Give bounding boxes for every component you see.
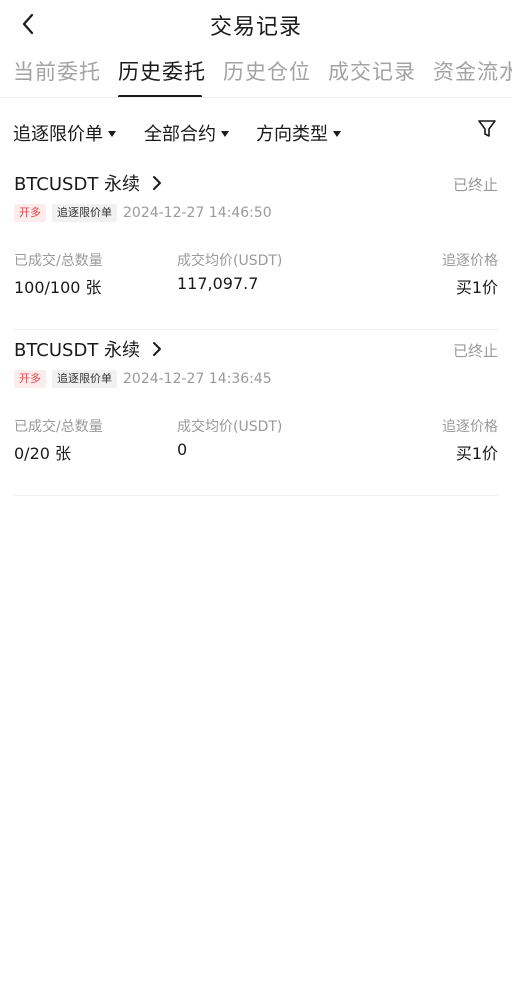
order-type-filter[interactable]: 追逐限价单 [13,120,116,146]
filled-total-label: 已成交/总数量 [14,253,103,269]
tab-position-history[interactable]: 历史仓位 [223,56,311,86]
avg-price-value: 117,097.7 [177,274,259,293]
chase-price-label: 追逐价格 [442,253,498,269]
chase-price-label: 追逐价格 [442,419,498,435]
avg-price-value: 0 [177,440,188,459]
order-tags: 开多 追逐限价单 2024-12-27 14:36:45 [14,370,272,388]
tab-order-history[interactable]: 历史委托 [118,56,206,86]
order-time: 2024-12-27 14:46:50 [123,205,272,221]
funnel-icon[interactable] [476,118,498,140]
chevron-left-icon [22,13,34,35]
side-tag: 开多 [14,370,46,388]
direction-filter-label: 方向类型 [256,124,328,145]
caret-down-icon [333,131,341,137]
avg-price-label: 成交均价(USDT) [177,253,283,269]
filled-total-value: 0/20 张 [14,444,72,463]
order-type-tag: 追逐限价单 [52,370,117,388]
order-symbol: BTCUSDT 永续 [14,174,141,195]
avg-price-label: 成交均价(USDT) [177,419,283,435]
filter-bar: 追逐限价单 全部合约 方向类型 [0,98,512,164]
order-card[interactable]: BTCUSDT 永续 已终止 开多 追逐限价单 2024-12-27 14:46… [14,164,498,330]
tab-fund-flow[interactable]: 资金流水 [433,56,512,86]
chase-price-value: 买1价 [455,444,498,463]
chevron-right-icon [153,176,162,190]
tab-current-orders[interactable]: 当前委托 [13,56,101,86]
order-card[interactable]: BTCUSDT 永续 已终止 开多 追逐限价单 2024-12-27 14:36… [14,330,498,496]
record-tabs: 当前委托 历史委托 历史仓位 成交记录 资金流水 [0,50,512,98]
filled-total-label: 已成交/总数量 [14,419,103,435]
page-title: 交易记录 [209,15,302,40]
direction-filter[interactable]: 方向类型 [256,120,341,146]
back-button[interactable] [14,10,42,38]
trade-records-page: 交易记录 当前委托 历史委托 历史仓位 成交记录 资金流水 追逐限价单 全部合约… [0,0,512,1002]
order-status: 已终止 [452,176,498,194]
filled-total-value: 100/100 张 [14,278,102,297]
order-symbol: BTCUSDT 永续 [14,340,141,361]
chevron-right-icon [153,342,162,356]
caret-down-icon [108,131,116,137]
order-tags: 开多 追逐限价单 2024-12-27 14:46:50 [14,204,272,222]
chase-price-value: 买1价 [455,278,498,297]
side-tag: 开多 [14,204,46,222]
order-type-tag: 追逐限价单 [52,204,117,222]
order-time: 2024-12-27 14:36:45 [123,371,272,387]
contract-filter-label: 全部合约 [144,124,216,145]
order-status: 已终止 [452,342,498,360]
order-symbol-link[interactable]: BTCUSDT 永续 [14,336,164,362]
order-type-filter-label: 追逐限价单 [13,124,103,145]
top-bar: 交易记录 [0,0,512,50]
tab-trade-history[interactable]: 成交记录 [328,56,416,86]
order-symbol-link[interactable]: BTCUSDT 永续 [14,170,164,196]
caret-down-icon [221,131,229,137]
contract-filter[interactable]: 全部合约 [144,120,229,146]
